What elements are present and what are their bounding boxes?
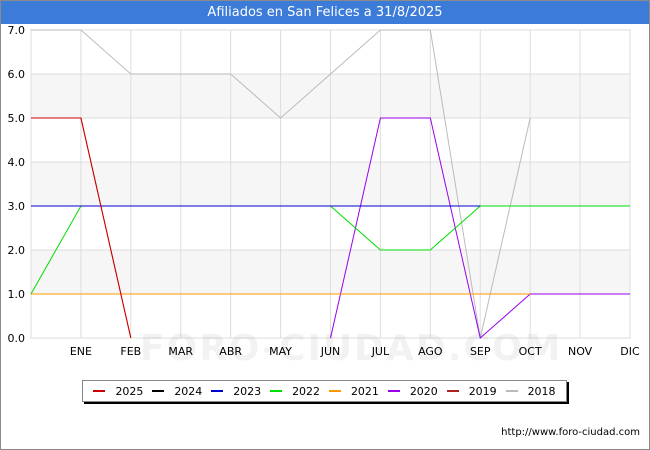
legend-swatch bbox=[328, 390, 341, 392]
x-tick-label: DIC bbox=[620, 345, 640, 358]
y-tick-label: 2.0 bbox=[8, 244, 26, 257]
legend-label: 2020 bbox=[409, 384, 438, 398]
legend-swatch bbox=[152, 390, 165, 392]
legend-label: 2023 bbox=[233, 384, 262, 398]
legend-item-2025: 2025 bbox=[93, 385, 143, 398]
legend-item-2019: 2019 bbox=[446, 384, 497, 398]
y-axis-ticks: 0.0 1.0 2.0 3.0 4.0 5.0 6.0 7.0 bbox=[8, 24, 26, 345]
x-tick-label: NOV bbox=[568, 345, 593, 358]
legend-item-2020: 2020 bbox=[387, 384, 438, 398]
chart-legend: 2025 2024 2023 2022 2021 2020 2019 2018 bbox=[82, 380, 567, 402]
y-tick-label: 6.0 bbox=[8, 68, 26, 81]
legend-label: 2021 bbox=[350, 384, 379, 398]
x-tick-label: FEB bbox=[120, 345, 141, 358]
y-tick-label: 3.0 bbox=[8, 200, 26, 213]
legend-label: 2024 bbox=[174, 384, 203, 398]
y-tick-label: 1.0 bbox=[8, 288, 26, 301]
legend-swatch bbox=[93, 390, 106, 392]
legend-label: 2025 bbox=[115, 384, 144, 398]
y-tick-label: 0.0 bbox=[8, 332, 26, 345]
legend-swatch bbox=[505, 390, 518, 392]
legend-swatch bbox=[211, 390, 224, 392]
legend-label: 2019 bbox=[468, 384, 497, 398]
y-tick-label: 4.0 bbox=[8, 156, 26, 169]
legend-label: 2018 bbox=[527, 384, 556, 398]
legend-item-2021: 2021 bbox=[328, 384, 379, 398]
legend-swatch bbox=[446, 390, 459, 392]
legend-item-2024: 2024 bbox=[152, 385, 202, 398]
legend-item-2022: 2022 bbox=[270, 385, 320, 398]
y-tick-label: 7.0 bbox=[8, 24, 26, 37]
source-url: http://www.foro-ciudad.com bbox=[501, 427, 640, 438]
watermark: FORO-CIUDAD.COM bbox=[140, 328, 563, 369]
legend-swatch bbox=[387, 390, 400, 392]
legend-label: 2022 bbox=[292, 384, 321, 398]
legend-item-2023: 2023 bbox=[211, 385, 261, 398]
x-tick-label: ENE bbox=[70, 345, 92, 358]
legend-swatch bbox=[270, 390, 283, 392]
y-tick-label: 5.0 bbox=[8, 112, 26, 125]
legend-item-2018: 2018 bbox=[505, 384, 556, 398]
